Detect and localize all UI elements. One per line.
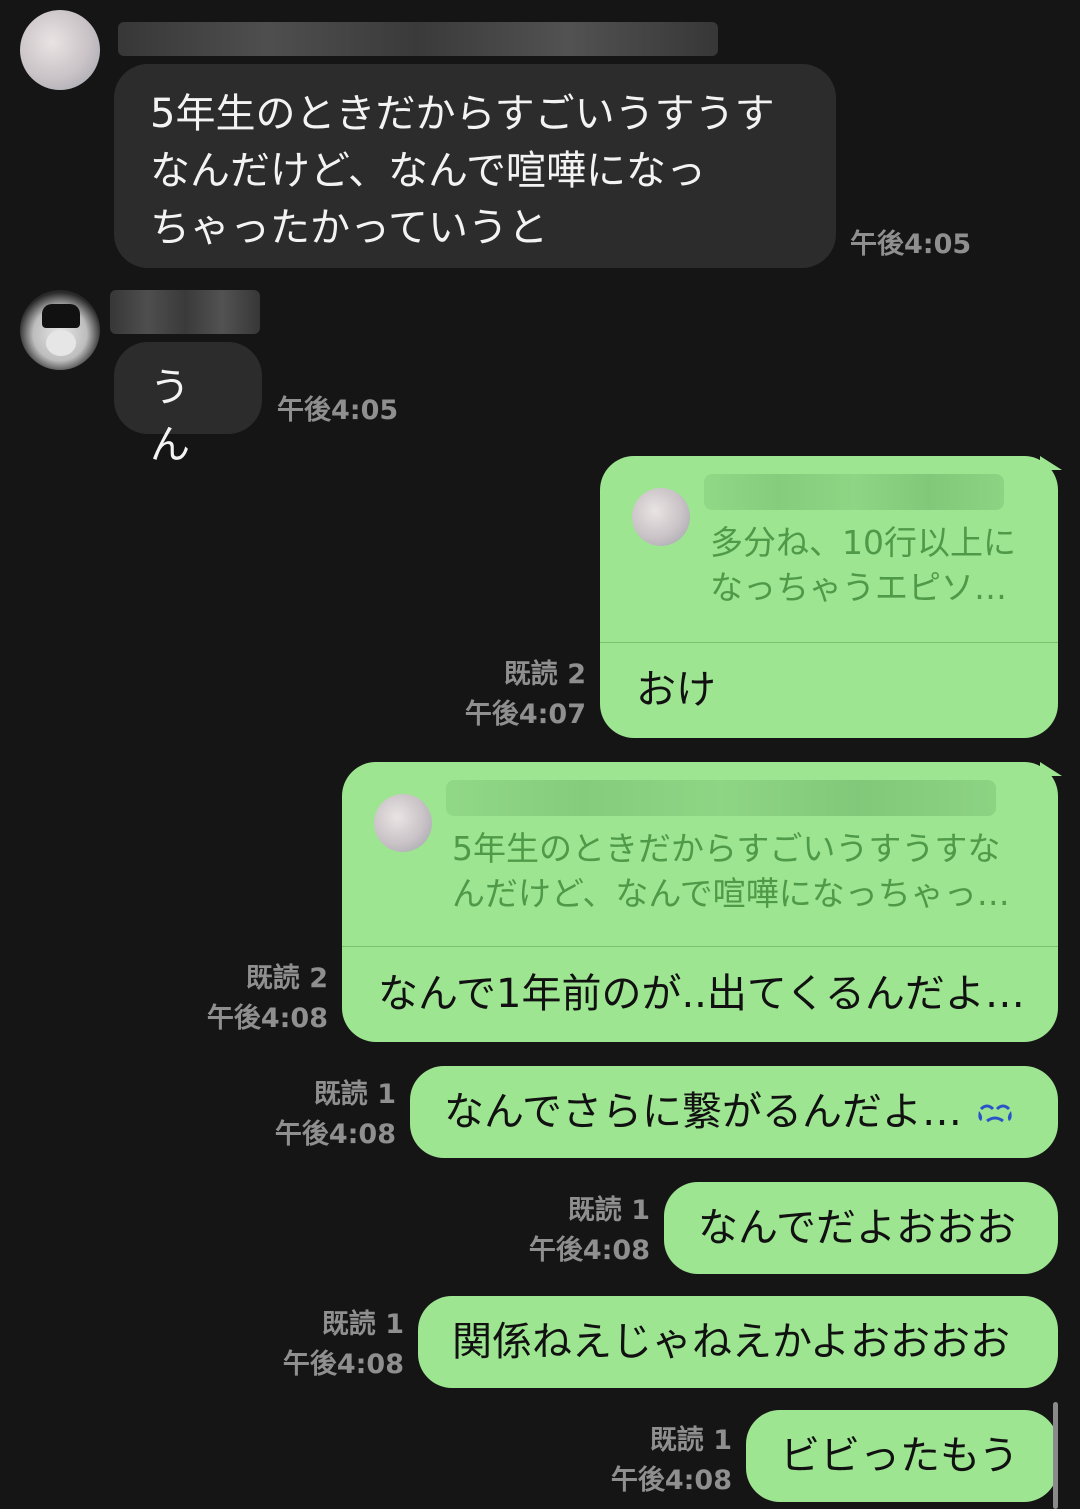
quote-divider — [342, 946, 1058, 947]
message-time: 午後4:08 — [206, 1003, 328, 1034]
scrollbar[interactable] — [1053, 1402, 1058, 1509]
incoming-message-bubble[interactable]: うん — [114, 342, 262, 468]
read-receipt: 既読 1 — [567, 1195, 650, 1226]
outgoing-message-bubble[interactable]: なんでだよおおお — [664, 1182, 1058, 1274]
message-text: 関係ねえじゃねえかよおおおお — [452, 1319, 1010, 1365]
read-receipt: 既読 2 — [245, 963, 328, 994]
outgoing-reply-bubble[interactable]: 5年生のときだからすごいうすうすな んだけど、なんで喧嘩になっちゃっ… なんで1… — [342, 762, 1058, 1042]
outgoing-message-bubble[interactable]: ビビったもう — [746, 1410, 1058, 1502]
message-text: おけ — [636, 667, 716, 713]
read-receipt: 既読 1 — [313, 1079, 396, 1110]
quoted-sender-name-redacted — [446, 780, 996, 816]
crying-emoji-icon — [975, 1090, 1015, 1123]
message-text: 5年生のときだからすごいうすうす なんだけど、なんで喧嘩になっ ちゃったかってい… — [150, 91, 775, 251]
message-time: 午後4:05 — [850, 229, 972, 260]
quoted-sender-avatar — [632, 488, 690, 546]
quote-divider — [600, 642, 1058, 643]
message-time: 午後4:08 — [610, 1465, 732, 1496]
outgoing-reply-bubble[interactable]: 多分ね、10行以上に なっちゃうエピソ… おけ — [600, 456, 1058, 738]
incoming-message-bubble[interactable]: 5年生のときだからすごいうすうす なんだけど、なんで喧嘩になっ ちゃったかってい… — [114, 64, 836, 268]
sender-name-redacted — [118, 22, 718, 56]
outgoing-message-bubble[interactable]: なんでさらに繋がるんだよ… — [410, 1066, 1058, 1158]
outgoing-message-bubble[interactable]: 関係ねえじゃねえかよおおおお — [418, 1296, 1058, 1388]
quoted-text: 5年生のときだからすごいうすうすな んだけど、なんで喧嘩になっちゃっ… — [452, 829, 1010, 913]
sender-name-redacted — [110, 290, 260, 334]
read-receipt: 既読 1 — [321, 1309, 404, 1340]
quoted-sender-name-redacted — [704, 474, 1004, 510]
message-time: 午後4:07 — [464, 699, 586, 730]
sender-avatar[interactable] — [20, 10, 100, 90]
read-receipt: 既読 2 — [503, 659, 586, 690]
message-text: ビビったもう — [780, 1433, 1019, 1479]
bubble-tail — [1040, 762, 1062, 776]
read-receipt: 既読 1 — [649, 1425, 732, 1456]
message-time: 午後4:05 — [277, 395, 399, 426]
message-text: なんでだよおおお — [698, 1205, 1016, 1251]
message-text: なんで1年前のが..出てくるんだよ… — [378, 971, 1025, 1017]
bubble-tail — [1040, 456, 1062, 470]
sender-avatar[interactable] — [20, 290, 100, 370]
message-time: 午後4:08 — [274, 1119, 396, 1150]
message-text: うん — [150, 365, 190, 468]
message-time: 午後4:08 — [282, 1349, 404, 1380]
message-text: なんでさらに繋がるんだよ… — [444, 1089, 962, 1135]
quoted-text: 多分ね、10行以上に なっちゃうエピソ… — [710, 523, 1016, 607]
quoted-sender-avatar — [374, 794, 432, 852]
message-time: 午後4:08 — [528, 1235, 650, 1266]
